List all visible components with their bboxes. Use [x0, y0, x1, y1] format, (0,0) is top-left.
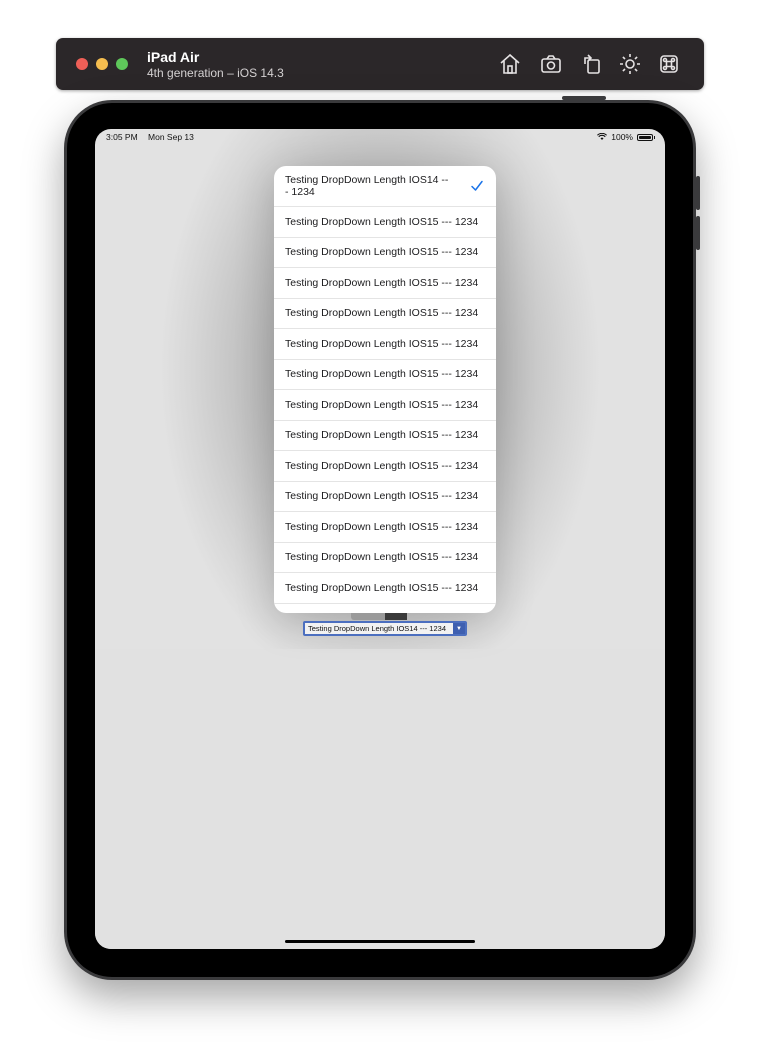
status-bar-right: 100% [597, 132, 655, 142]
option-label: Testing DropDown Length IOS15 --- 1234 [285, 551, 479, 564]
dropdown-option[interactable]: Testing DropDown Length IOS15 --- 1234 [274, 390, 496, 421]
dropdown-option[interactable]: Testing DropDown Length IOS15 --- 1234 [274, 207, 496, 238]
option-label: Testing DropDown Length IOS15 --- 1234 [285, 337, 479, 350]
option-label: Testing DropDown Length IOS15 --- 1234 [285, 490, 479, 503]
device-name: iPad Air [147, 49, 200, 65]
battery-icon [637, 133, 655, 141]
simulator-titlebar: iPad Air 4th generation – iOS 14.3 [56, 38, 704, 90]
dropdown-option[interactable]: Testing DropDown Length IOS15 --- 1234 [274, 238, 496, 268]
dropdown-select[interactable]: Testing DropDown Length IOS14 --- 1234 ▼ [303, 621, 467, 636]
dropdown-option[interactable]: Testing DropDown Length IOS15 --- 1234 [274, 299, 496, 329]
option-label: Testing DropDown Length IOS15 --- 1234 [285, 459, 479, 472]
option-label: Testing DropDown Length IOS15 --- 1234 [285, 307, 479, 320]
screenshot-icon[interactable] [539, 52, 563, 76]
battery-percent: 100% [611, 132, 633, 142]
minimize-window-button[interactable] [96, 58, 108, 70]
dropdown-option[interactable]: Testing DropDown Length IOS15 --- 1234 [274, 451, 496, 482]
option-label: Testing DropDown Length IOS15 --- 1234 [285, 246, 479, 259]
status-date: Mon Sep 13 [148, 132, 194, 142]
wifi-icon [597, 133, 608, 140]
volume-down-button[interactable] [696, 216, 700, 250]
dropdown-option[interactable]: Testing DropDown Length IOS15 --- 1234 [274, 482, 496, 512]
chevron-down-icon[interactable]: ▼ [453, 623, 465, 634]
option-label: Testing DropDown Length IOS15 --- 1234 [285, 429, 479, 442]
dropdown-option[interactable]: Testing DropDown Length IOS15 --- 1234 [274, 329, 496, 360]
option-label: Testing DropDown Length IOS15 --- 1234 [285, 398, 479, 411]
dropdown-option[interactable]: Testing DropDown Length IOS15 --- 1234 [274, 268, 496, 299]
option-label: Testing DropDown Length IOS15 --- 1234 [285, 215, 479, 228]
checkmark-icon [471, 180, 483, 191]
dropdown-option[interactable]: Testing DropDown Length IOS15 --- 1234 [274, 421, 496, 451]
dropdown-option[interactable]: Testing DropDown Length IOS15 --- 1234 [274, 512, 496, 543]
option-label: Testing DropDown Length IOS15 --- 1234 [285, 581, 479, 594]
dropdown-option[interactable]: Testing DropDown Length IOS15 --- 1234 [274, 360, 496, 390]
command-icon[interactable] [657, 52, 681, 76]
volume-up-button[interactable] [696, 176, 700, 210]
home-icon[interactable] [498, 52, 522, 76]
rotate-icon[interactable] [580, 52, 604, 76]
device-screen: 3:05 PM Mon Sep 13 100% Testing DropDown… [95, 129, 665, 949]
option-label: Testing DropDown Length IOS15 --- 1234 [285, 368, 479, 381]
status-time: 3:05 PM [106, 132, 138, 142]
option-label: Testing DropDown Length IOS14 --- 1234 [285, 174, 449, 198]
status-bar-left: 3:05 PM Mon Sep 13 [106, 132, 194, 142]
dropdown-option[interactable]: Testing DropDown Length IOS15 --- 1234 [274, 573, 496, 604]
home-indicator[interactable] [285, 940, 475, 943]
close-window-button[interactable] [76, 58, 88, 70]
device-detail: 4th generation – iOS 14.3 [147, 66, 284, 80]
top-button[interactable] [562, 96, 606, 100]
appearance-icon[interactable] [618, 52, 642, 76]
dropdown-popover: Testing DropDown Length IOS14 --- 1234 T… [274, 166, 496, 613]
select-value: Testing DropDown Length IOS14 --- 1234 [308, 624, 446, 633]
dropdown-option[interactable]: Testing DropDown Length IOS14 --- 1234 [274, 166, 496, 207]
option-label: Testing DropDown Length IOS15 --- 1234 [285, 276, 479, 289]
option-label: Testing DropDown Length IOS15 --- 1234 [285, 520, 479, 533]
screen-background [95, 649, 665, 949]
zoom-window-button[interactable] [116, 58, 128, 70]
simulator-window: iPad Air 4th generation – iOS 14.3 3:05 … [0, 0, 760, 1062]
dropdown-option[interactable]: Testing DropDown Length IOS15 --- 1234 [274, 543, 496, 573]
partially-hidden-control-dark [385, 613, 407, 620]
